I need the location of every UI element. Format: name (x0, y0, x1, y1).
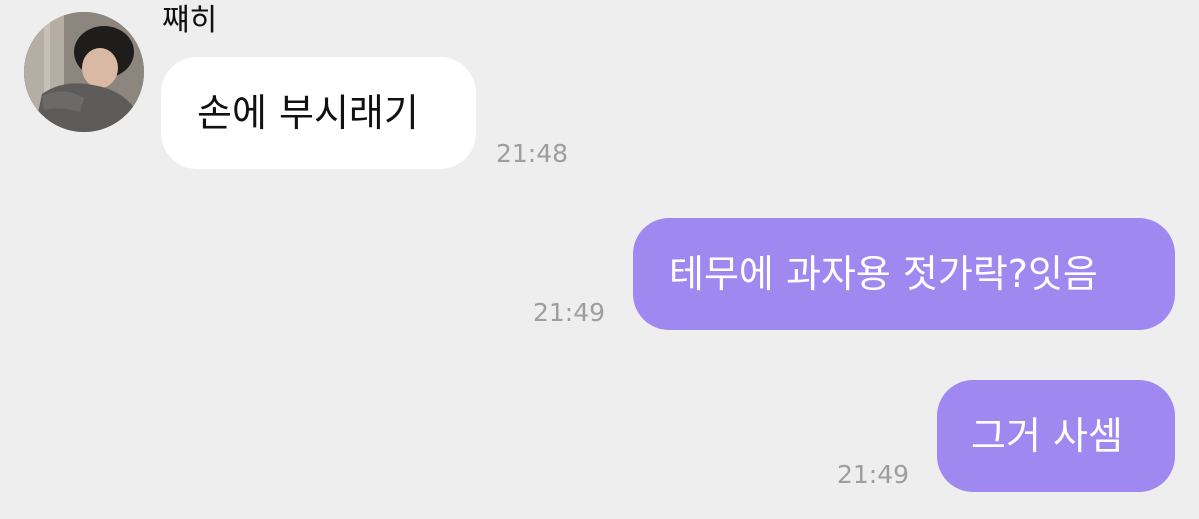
outgoing-message-bubble[interactable]: 그거 사셈 (937, 380, 1175, 492)
sender-name: 쨰히 (162, 3, 218, 38)
message-timestamp: 21:49 (837, 460, 910, 489)
message-timestamp: 21:48 (496, 139, 569, 168)
outgoing-message-bubble[interactable]: 테무에 과자용 젓가락?잇음 (633, 218, 1175, 330)
message-timestamp: 21:49 (533, 298, 606, 327)
avatar[interactable] (24, 12, 144, 132)
incoming-message-bubble[interactable]: 손에 부시래기 (161, 57, 476, 169)
profile-photo (24, 12, 144, 132)
